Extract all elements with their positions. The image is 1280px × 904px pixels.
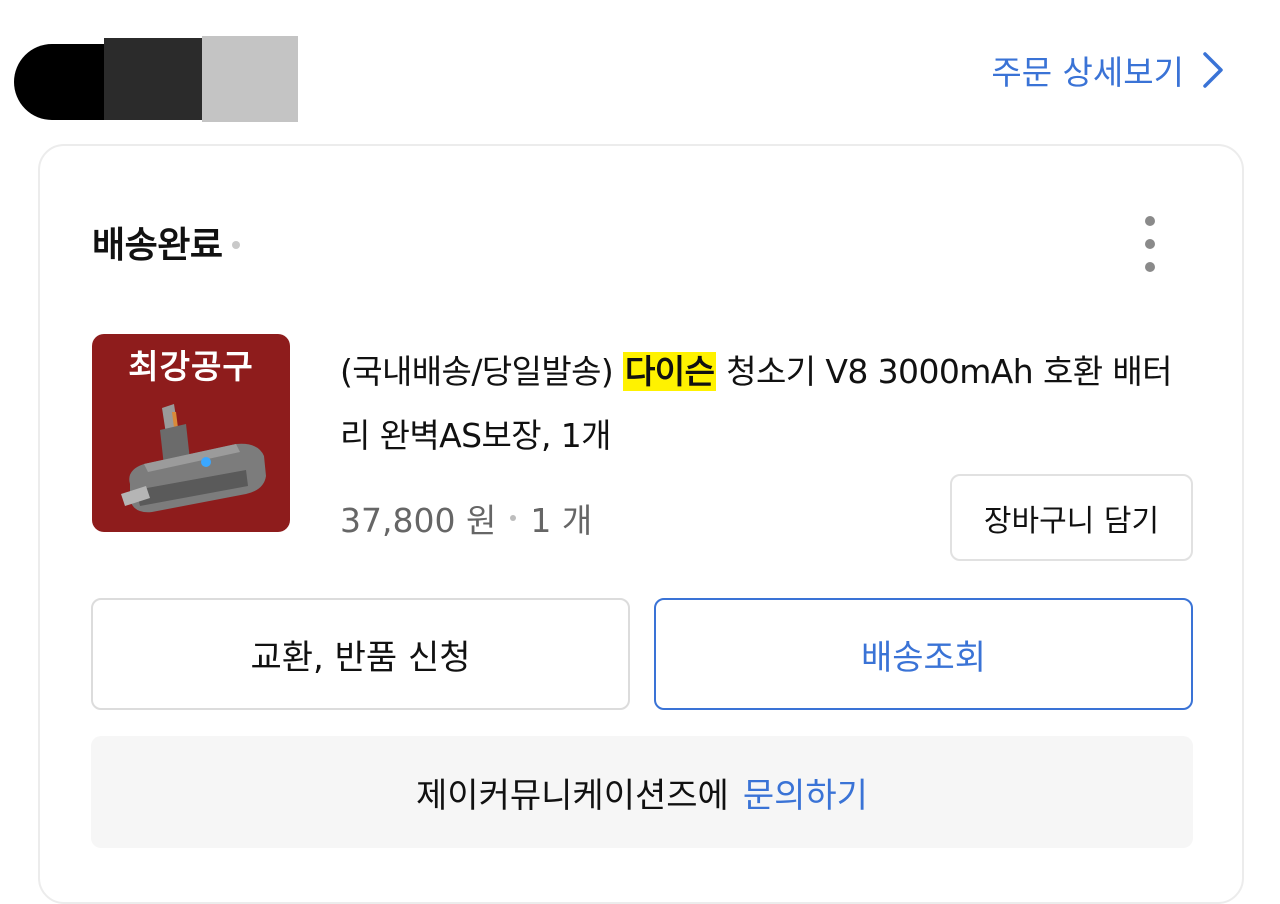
track-delivery-button[interactable]: 배송조회 [654, 598, 1193, 710]
price-separator-dot [510, 515, 517, 521]
product-quantity: 1 개 [530, 501, 593, 540]
more-vertical-icon[interactable] [1140, 216, 1160, 272]
title-prefix: (국내배송/당일발송) [340, 352, 614, 391]
order-card: 배송완료 최강공구 (국내배송/당일발송) 다이슨 청소기 V8 3000mAh… [38, 144, 1244, 904]
chevron-right-icon [1203, 52, 1223, 88]
order-detail-label: 주문 상세보기 [991, 53, 1184, 92]
thumbnail-label: 최강공구 [128, 347, 254, 386]
top-bar: 주문 상세보기 [0, 0, 1280, 140]
redacted-date [14, 36, 298, 124]
title-highlight: 다이슨 [623, 352, 717, 391]
price-row: 37,800 원 1 개 [340, 494, 592, 542]
status-row: 배송완료 [92, 216, 241, 268]
battery-product-image [121, 404, 266, 513]
product-thumbnail[interactable]: 최강공구 [92, 334, 290, 532]
order-detail-link[interactable]: 주문 상세보기 [991, 46, 1226, 94]
inquiry-link[interactable]: 문의하기 [743, 768, 868, 817]
status-separator-dot [232, 241, 241, 249]
exchange-return-button[interactable]: 교환, 반품 신청 [91, 598, 630, 710]
seller-inquiry-box: 제이커뮤니케이션즈에 문의하기 [91, 736, 1193, 848]
delivery-status: 배송완료 [92, 225, 223, 266]
product-title[interactable]: (국내배송/당일발송) 다이슨 청소기 V8 3000mAh 호환 배터리 완벽… [340, 340, 1190, 468]
seller-name: 제이커뮤니케이션즈에 [416, 775, 729, 816]
add-to-cart-button[interactable]: 장바구니 담기 [950, 474, 1193, 561]
product-price: 37,800 원 [340, 501, 497, 540]
